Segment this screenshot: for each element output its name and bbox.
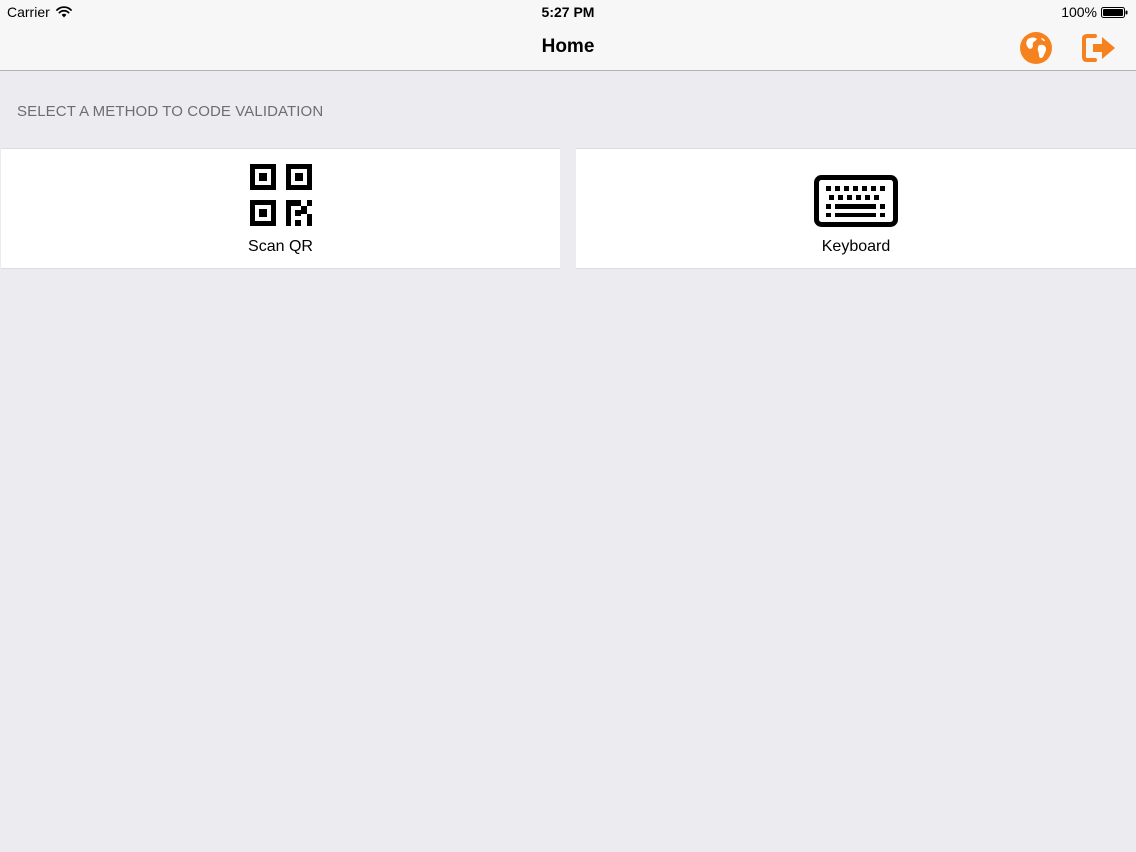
- scan-qr-label: Scan QR: [248, 238, 313, 255]
- logout-button[interactable]: [1082, 30, 1118, 66]
- battery-percentage: 100%: [1061, 4, 1097, 20]
- keyboard-label: Keyboard: [821, 238, 891, 255]
- keyboard-icon: [814, 175, 898, 227]
- language-button[interactable]: [1018, 30, 1054, 66]
- page-title: Home: [541, 36, 595, 57]
- navigation-bar: Carrier 5:27 PM 100% Home: [0, 0, 1136, 71]
- status-time: 5:27 PM: [541, 4, 595, 20]
- home-screen: Carrier 5:27 PM 100% Home SELECT A METHO…: [0, 0, 1136, 852]
- keyboard-button[interactable]: Keyboard: [576, 148, 1136, 269]
- battery-full-icon: [1101, 6, 1128, 18]
- status-battery: 100%: [1061, 3, 1128, 21]
- qr-code-icon: [249, 164, 312, 226]
- section-header: SELECT A METHOD TO CODE VALIDATION: [17, 103, 324, 120]
- logout-icon: [1082, 34, 1115, 62]
- scan-qr-button[interactable]: Scan QR: [1, 148, 560, 269]
- globe-icon: [1020, 32, 1052, 64]
